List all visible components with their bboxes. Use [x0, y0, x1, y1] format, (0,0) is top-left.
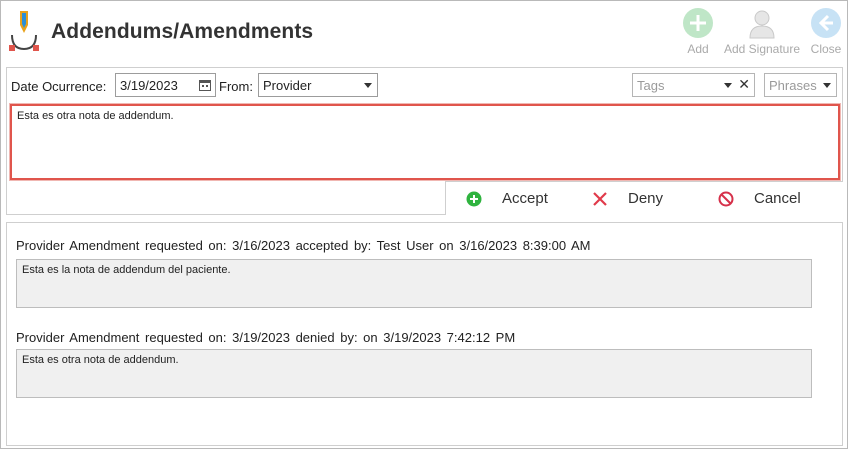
- history-item-header: Provider Amendment requested on: 3/19/20…: [16, 330, 516, 345]
- chevron-down-icon: [364, 83, 372, 88]
- add-label: Add: [687, 42, 709, 56]
- close-label: Close: [810, 42, 842, 56]
- addendum-history-list: Provider Amendment requested on: 3/16/20…: [6, 222, 843, 446]
- history-item-header: Provider Amendment requested on: 3/16/20…: [16, 238, 591, 253]
- add-signature-label: Add Signature: [723, 42, 801, 56]
- action-bar: Accept Deny Cancel: [445, 181, 843, 215]
- pen-signature-icon: [9, 11, 39, 51]
- cancel-label: Cancel: [754, 190, 801, 207]
- tags-select[interactable]: Tags ✕: [632, 73, 755, 97]
- tags-chevron-down-icon: [724, 83, 732, 88]
- addendum-entry-panel: Date Ocurrence: 3/19/2023 From: Provider…: [6, 67, 843, 215]
- addendums-window: Addendums/Amendments Add Add Signature C…: [0, 0, 848, 449]
- phrases-select[interactable]: Phrases: [764, 73, 837, 97]
- history-note-text: Esta es la nota de addendum del paciente…: [22, 264, 231, 276]
- add-signature-button[interactable]: Add Signature: [721, 7, 803, 63]
- note-text: Esta es otra nota de addendum.: [17, 110, 174, 122]
- accept-label: Accept: [502, 190, 548, 207]
- history-note-text: Esta es otra nota de addendum.: [22, 354, 179, 366]
- deny-button[interactable]: Deny: [592, 188, 692, 210]
- prohibited-icon: [718, 191, 734, 207]
- addendum-note-textarea[interactable]: Esta es otra nota de addendum.: [10, 104, 840, 180]
- accept-button[interactable]: Accept: [466, 188, 576, 210]
- back-arrow-icon: [811, 8, 841, 38]
- deny-label: Deny: [628, 190, 664, 207]
- history-item-note: Esta es la nota de addendum del paciente…: [16, 259, 812, 308]
- add-icon: [683, 8, 713, 38]
- tags-placeholder: Tags: [637, 78, 665, 93]
- date-label: Date Ocurrence:: [11, 79, 107, 94]
- user-signature-icon: [749, 10, 775, 39]
- add-button[interactable]: Add: [681, 7, 715, 63]
- phrases-placeholder: Phrases: [769, 78, 817, 93]
- from-value: Provider: [263, 78, 312, 93]
- cancel-button[interactable]: Cancel: [718, 188, 828, 210]
- clear-tags-icon[interactable]: ✕: [738, 76, 750, 93]
- phrases-chevron-down-icon: [823, 83, 831, 88]
- date-field[interactable]: 3/19/2023: [115, 73, 216, 97]
- from-select[interactable]: Provider: [258, 73, 378, 97]
- close-button[interactable]: Close: [807, 7, 845, 63]
- date-value: 3/19/2023: [120, 78, 178, 93]
- from-label: From:: [219, 79, 253, 94]
- page-title: Addendums/Amendments: [51, 20, 314, 43]
- plus-circle-icon: [466, 191, 482, 207]
- x-icon: [593, 192, 607, 206]
- calendar-icon[interactable]: [199, 79, 211, 91]
- history-item-note: Esta es otra nota de addendum.: [16, 349, 812, 398]
